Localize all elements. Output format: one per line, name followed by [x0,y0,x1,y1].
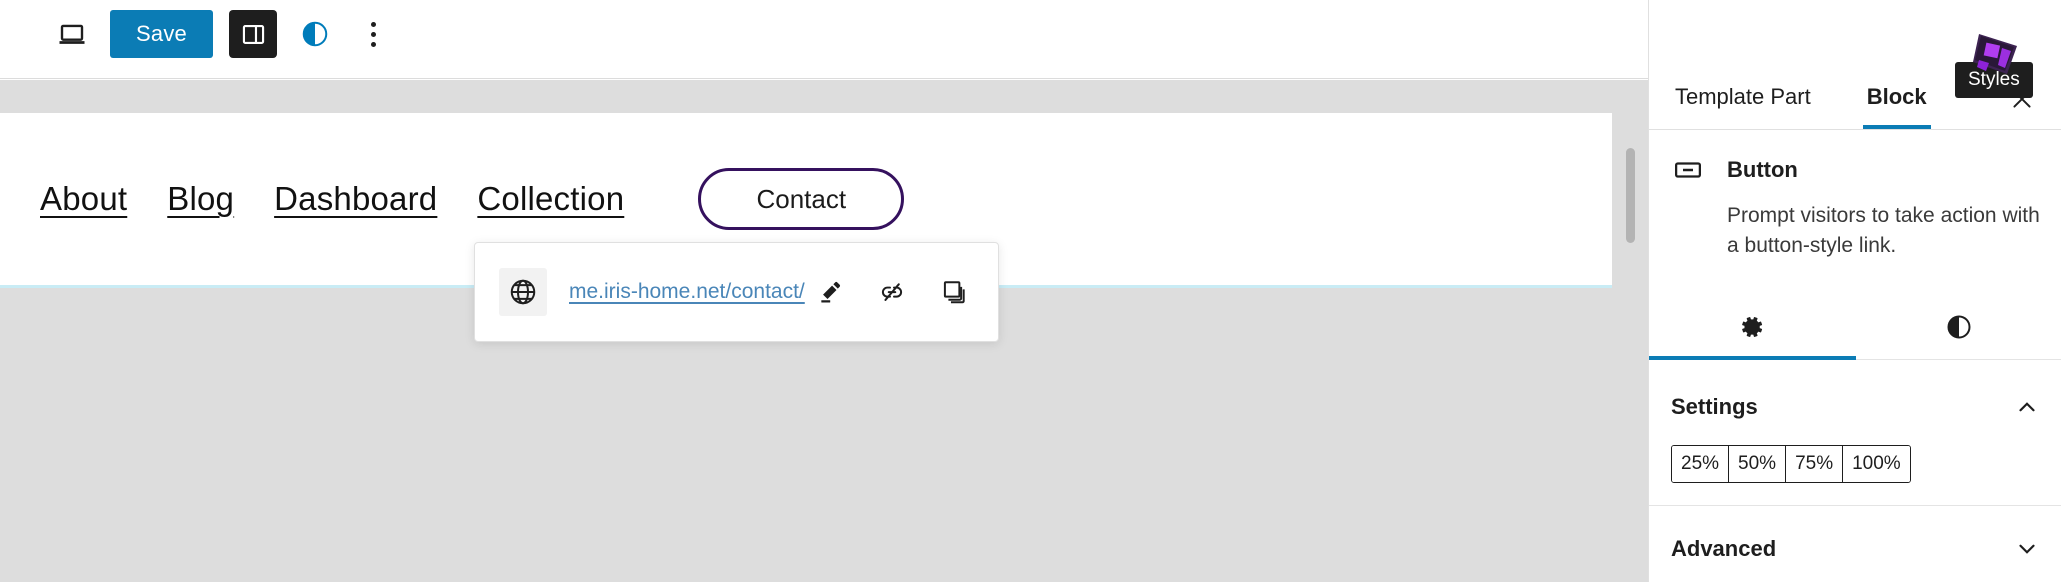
width-option-25[interactable]: 25% [1672,446,1730,482]
laptop-icon[interactable] [50,12,94,56]
tab-template-part[interactable]: Template Part [1671,69,1815,129]
settings-panel-header[interactable]: Settings [1649,382,2061,432]
copy-icon[interactable] [934,272,974,312]
width-option-75[interactable]: 75% [1786,446,1844,482]
tab-template-part-label: Template Part [1675,84,1811,109]
pencil-edit-icon[interactable] [810,272,850,312]
nav-link-blog[interactable]: Blog [167,180,234,218]
kebab-dot [370,31,376,37]
gear-icon [1738,313,1766,341]
contact-button-block[interactable]: Contact [698,168,905,230]
sidebar-panel-icon[interactable] [229,10,277,58]
global-toolbar: Save [0,0,413,68]
panel-divider [1649,505,2061,506]
link-popover-actions [810,272,974,312]
kebab-dot [370,41,376,47]
canvas-scrollbar-thumb[interactable] [1626,148,1635,243]
block-description: Prompt visitors to take action with a bu… [1727,204,2040,257]
width-option-100[interactable]: 100% [1843,446,1910,482]
advanced-panel-header[interactable]: Advanced [1649,524,2061,574]
block-info-card: Button Prompt visitors to take action wi… [1649,131,2061,281]
tab-block[interactable]: Block [1862,69,1931,129]
kebab-menu-icon[interactable] [353,10,393,58]
settings-panel-title: Settings [1671,394,1758,419]
inspector-icon-tabs [1649,297,2061,360]
nav-link-dashboard[interactable]: Dashboard [274,180,437,218]
half-circle-contrast-icon[interactable] [293,12,337,56]
button-width-segmented-control[interactable]: 25% 50% 75% 100% [1671,445,1911,483]
block-header: Button [1671,153,2040,187]
contrast-icon [1945,313,1973,341]
nav-link-about[interactable]: About [40,180,127,218]
tab-settings[interactable] [1649,297,1856,360]
styles-tooltip: Styles [1955,62,2033,98]
unlink-icon[interactable] [872,272,912,312]
wordpress-site-editor: About Blog Dashboard Collection Contact … [0,0,2061,582]
save-button[interactable]: Save [110,10,213,58]
nav-link-collection[interactable]: Collection [477,180,624,218]
link-url-text[interactable]: me.iris-home.net/contact/ [569,280,805,304]
chevron-up-icon [2014,394,2040,420]
chevron-down-icon [2014,536,2040,562]
advanced-panel-title: Advanced [1671,536,1777,561]
tab-styles[interactable] [1856,297,2061,360]
link-preview-popover[interactable]: me.iris-home.net/contact/ [474,242,999,342]
tab-block-label: Block [1866,84,1927,109]
contact-button-label: Contact [756,183,847,214]
editor-region: About Blog Dashboard Collection Contact … [0,0,1648,582]
width-option-50[interactable]: 50% [1729,446,1787,482]
block-title: Button [1727,157,1798,182]
globe-icon [499,268,547,316]
button-block-icon [1671,153,1705,187]
kebab-dot [370,21,376,27]
